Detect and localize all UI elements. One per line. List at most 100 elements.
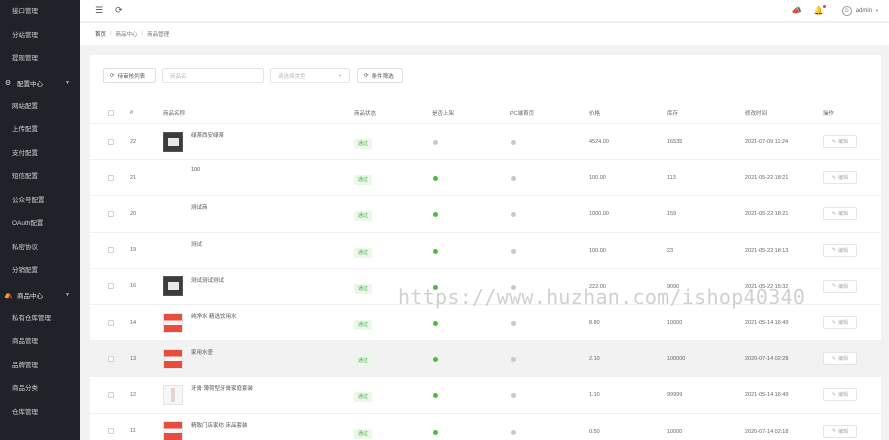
sidebar-item-config-3[interactable]: 短信配置: [0, 165, 80, 189]
row-checkbox[interactable]: [108, 210, 114, 217]
onsale-indicator[interactable]: [433, 176, 438, 182]
col-time: 修改时间: [745, 110, 768, 117]
modified-time: 2021-05-22 18:13: [745, 247, 789, 254]
megaphone-icon[interactable]: 📣: [792, 6, 802, 15]
stock: 99999: [667, 392, 683, 399]
row-id: 21: [130, 174, 137, 181]
pc-home-indicator[interactable]: [511, 176, 516, 182]
stock: 10000: [667, 320, 683, 326]
sidebar-group-config[interactable]: ⚙ 配置中心 ▼: [0, 71, 80, 95]
table-row[interactable]: 19 测试 通过 100.00 23 2021-05-22 18:13 ✎ 编辑: [90, 233, 881, 269]
pc-home-indicator[interactable]: [511, 212, 516, 218]
row-checkbox[interactable]: [108, 391, 114, 398]
pc-home-indicator[interactable]: [511, 321, 516, 326]
edit-button[interactable]: ✎ 编辑: [823, 207, 857, 221]
row-checkbox[interactable]: [108, 355, 114, 362]
sidebar-item-config-4[interactable]: 公众号配置: [0, 189, 80, 213]
edit-button[interactable]: ✎ 编辑: [823, 243, 857, 257]
pc-home-indicator[interactable]: [511, 429, 516, 435]
sidebar-item-top-0[interactable]: 接口管理: [0, 0, 80, 24]
product-name: 100: [191, 167, 201, 174]
status-badge: 通过: [354, 211, 373, 222]
menu-toggle-icon[interactable]: ☰: [95, 5, 103, 16]
sidebar-item-goods-3[interactable]: 商品分类: [0, 377, 80, 401]
type-select[interactable]: 请选择类型 ▼: [270, 68, 350, 83]
pending-review-button[interactable]: ⟳ 待审核列表: [103, 68, 156, 83]
onsale-indicator[interactable]: [433, 248, 438, 254]
modified-time: 2021-05-14 16:49: [745, 320, 789, 326]
edit-button[interactable]: ✎ 编辑: [823, 316, 857, 329]
pc-home-indicator[interactable]: [511, 393, 516, 399]
search-input[interactable]: 商品名: [162, 68, 264, 83]
table-row[interactable]: 14 纯净水 精选饮用水 通过 8.80 10000 2021-05-14 16:49 ✎ 编…: [90, 305, 881, 342]
sidebar-item-goods-2[interactable]: 品牌管理: [0, 354, 80, 378]
modified-time: 2020-07-14 02:18: [745, 428, 789, 435]
row-checkbox[interactable]: [108, 138, 114, 145]
status-badge: 通过: [354, 392, 373, 403]
status-badge: 通过: [354, 356, 373, 367]
pc-home-indicator[interactable]: [511, 357, 516, 363]
row-checkbox[interactable]: [108, 283, 114, 290]
status-badge: 通过: [354, 428, 373, 439]
sidebar-item-goods-1[interactable]: 商品管理: [0, 330, 80, 354]
sidebar-item-goods-4[interactable]: 仓库管理: [0, 401, 80, 425]
sidebar-group-goods[interactable]: ⛺ 商品中心 ▼: [0, 283, 80, 307]
table-row[interactable]: 21 100 通过 100.00 113 2021-05-22 18:21 ✎ 编辑: [90, 160, 881, 197]
pc-home-indicator[interactable]: [511, 140, 516, 145]
sidebar-item-config-7[interactable]: 分销配置: [0, 259, 80, 283]
avatar[interactable]: ☺: [841, 5, 852, 16]
onsale-indicator[interactable]: [433, 140, 438, 145]
row-id: 16: [130, 283, 137, 290]
row-checkbox[interactable]: [108, 174, 114, 181]
table-row[interactable]: 13 家用水壶 通过 2.10 100000 2020-07-14 02:28 ✎ 编辑: [90, 341, 881, 378]
sidebar-item-top-2[interactable]: 提现管理: [0, 47, 80, 71]
sidebar-item-config-0[interactable]: 网站配置: [0, 95, 80, 119]
edit-icon: ✎: [831, 319, 837, 326]
price: 1.10: [589, 392, 600, 399]
onsale-indicator[interactable]: [433, 212, 438, 218]
sidebar-item-config-2[interactable]: 支付配置: [0, 142, 80, 166]
onsale-indicator[interactable]: [433, 321, 438, 326]
stock: 16535: [667, 139, 683, 145]
edit-icon: ✎: [831, 210, 837, 217]
edit-button[interactable]: ✎ 编辑: [823, 171, 857, 185]
sidebar-item-top-1[interactable]: 分站管理: [0, 24, 80, 48]
edit-button[interactable]: ✎ 编辑: [823, 135, 857, 148]
chevron-down-icon[interactable]: ▼: [875, 8, 879, 13]
table-row[interactable]: 22 绿茶西安绿茶 通过 4524.00 16535 2021-07-09 11:24 ✎ 编…: [90, 124, 881, 161]
edit-icon: ✎: [831, 247, 837, 254]
bell-icon[interactable]: 🔔: [814, 5, 826, 15]
filter-icon: ⟳: [364, 72, 369, 79]
onsale-indicator[interactable]: [433, 393, 438, 399]
filter-button[interactable]: ⟳ 条件筛选: [357, 68, 403, 83]
edit-button[interactable]: ✎ 编辑: [823, 279, 857, 293]
status-badge: 通过: [354, 283, 373, 294]
chevron-down-icon: ▼: [65, 79, 70, 86]
sidebar-item-config-6[interactable]: 私密协议: [0, 236, 80, 260]
refresh-icon[interactable]: ⟳: [115, 5, 123, 16]
chevron-down-icon: ▼: [65, 291, 70, 298]
table-row[interactable]: 12 牙膏 薄荷型牙膏家庭套装 通过 1.10 99999 2021-05-14 16:4…: [90, 377, 881, 414]
onsale-indicator[interactable]: [433, 429, 438, 435]
row-checkbox[interactable]: [108, 319, 114, 326]
edit-button[interactable]: ✎ 编辑: [823, 424, 857, 438]
row-checkbox[interactable]: [108, 428, 114, 435]
onsale-indicator[interactable]: [433, 357, 438, 363]
row-checkbox[interactable]: [108, 247, 114, 254]
col-status: 商品状态: [354, 110, 377, 117]
sidebar-item-goods-0[interactable]: 私有仓库管理: [0, 307, 80, 331]
table-row[interactable]: 20 测试商 通过 1000.00 159 2021-05-22 18:21 ✎ 编辑: [90, 196, 881, 233]
sidebar-item-config-1[interactable]: 上传配置: [0, 118, 80, 142]
user-name[interactable]: admin: [856, 8, 872, 14]
edit-button[interactable]: ✎ 编辑: [823, 352, 857, 366]
select-all-checkbox[interactable]: [108, 109, 114, 116]
edit-button[interactable]: ✎ 编辑: [823, 388, 857, 402]
status-badge: 通过: [354, 320, 373, 330]
breadcrumb-goods-center[interactable]: 商品中心: [116, 30, 138, 38]
col-id: #: [130, 109, 134, 116]
pc-home-indicator[interactable]: [511, 248, 516, 254]
price: 100.00: [589, 247, 606, 254]
table-row[interactable]: 11 精致门店家纺 床品套装 通过 0.50 10000 2020-07-14 02:18…: [90, 414, 881, 440]
sidebar-item-config-5[interactable]: OAuth配置: [0, 212, 80, 236]
breadcrumb-home[interactable]: 首页: [95, 30, 106, 38]
